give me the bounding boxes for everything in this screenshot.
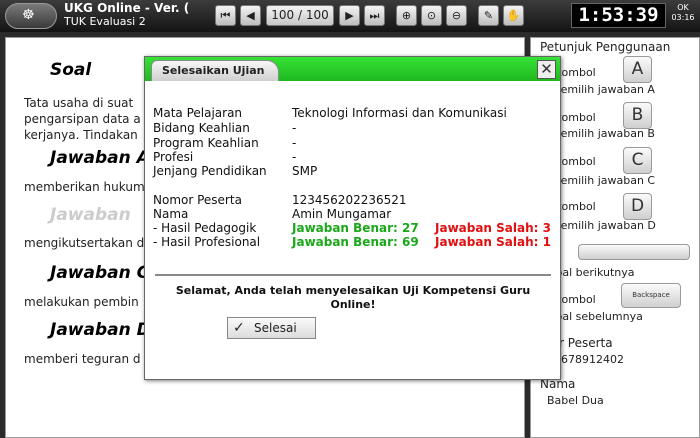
field-value-subject: Teknologi Informasi dan Komunikasi	[292, 106, 507, 120]
result-label-pedagogic: - Hasil Pedagogik	[153, 221, 257, 235]
answer-a-header[interactable]: Jawaban A	[50, 148, 150, 168]
result-wrong-professional: Jawaban Salah: 1	[435, 235, 551, 249]
question-title: Soal	[50, 60, 92, 80]
answer-c-header[interactable]: Jawaban C	[50, 263, 149, 283]
timer-side: OK 03:16	[668, 3, 698, 23]
participant-number-value: 123456202236521	[292, 193, 407, 207]
field-label-level: Jenjang Pendidikan	[153, 164, 267, 178]
prev-page-icon: ◀	[246, 9, 255, 22]
zoom-in-icon: ⊕	[401, 9, 412, 22]
key-a-button[interactable]: A	[623, 56, 652, 83]
participant-name-value: Amin Mungamar	[292, 207, 392, 221]
zoom-out-icon: ⊖	[451, 9, 462, 22]
check-icon: ✓	[233, 320, 245, 336]
field-label-program: Program Keahlian	[153, 136, 259, 150]
first-page-button[interactable]: ⏮	[215, 5, 236, 26]
zoom-in-button[interactable]: ⊕	[396, 5, 417, 26]
dialog-title: Selesaikan Ujian	[151, 60, 280, 81]
key-backspace-button[interactable]: Backspace	[621, 283, 681, 308]
hand-button[interactable]: ✋	[503, 5, 524, 26]
field-label-field: Bidang Keahlian	[153, 121, 250, 135]
top-bar: ☸ UKG Online - Ver. ( TUK Evaluasi 2 ⏮ ◀…	[0, 0, 700, 32]
field-value-field: -	[292, 121, 297, 135]
app-logo: ☸	[5, 3, 57, 29]
key-c-button[interactable]: C	[623, 147, 652, 174]
last-page-icon: ⏭	[369, 9, 380, 22]
zoom-out-button[interactable]: ⊖	[446, 5, 467, 26]
timer-seconds: 03:16	[671, 13, 695, 22]
finish-exam-dialog: Selesaikan Ujian ✕ Mata Pelajaran Teknol…	[144, 56, 561, 380]
page-indicator[interactable]: 100 / 100	[266, 5, 334, 26]
finish-button-label: Selesai	[254, 321, 297, 335]
field-label-profession: Profesi	[153, 150, 194, 164]
logo-icon: ☸	[22, 7, 35, 23]
help-title: Petunjuk Penggunaan	[540, 40, 671, 54]
dialog-header: Selesaikan Ujian ✕	[145, 57, 560, 81]
hand-icon: ✋	[506, 9, 521, 22]
name-value: Babel Dua	[547, 394, 604, 407]
tools-button[interactable]: ✎	[478, 5, 499, 26]
close-button[interactable]: ✕	[537, 60, 556, 79]
answer-a-text[interactable]: memberikan hukum	[24, 180, 145, 194]
first-page-icon: ⏮	[220, 9, 231, 22]
dialog-divider	[155, 274, 551, 276]
answer-d-text[interactable]: memberi teguran d	[24, 352, 140, 366]
timer-ok-label: OK	[677, 3, 689, 12]
timer-display: 1:53:39	[571, 3, 666, 28]
zoom-reset-icon: ⊙	[426, 9, 437, 22]
close-icon: ✕	[540, 60, 553, 78]
field-value-profession: -	[292, 150, 297, 164]
result-label-professional: - Hasil Profesional	[153, 235, 261, 249]
answer-c-text[interactable]: melakukan pembin	[24, 295, 139, 309]
question-text: Tata usaha di suat pengarsipan data a ke…	[24, 96, 141, 142]
finish-button[interactable]: ✓ Selesai	[227, 317, 316, 339]
next-page-icon: ▶	[345, 9, 354, 22]
prev-page-button[interactable]: ◀	[240, 5, 261, 26]
field-value-level: SMP	[292, 164, 318, 178]
answer-b-text[interactable]: mengikutsertakan d	[24, 236, 144, 250]
key-b-button[interactable]: B	[623, 102, 652, 129]
answer-b-header[interactable]: Jawaban	[50, 205, 131, 225]
key-space-button[interactable]	[578, 244, 690, 260]
answer-d-header[interactable]: Jawaban D	[50, 320, 151, 340]
participant-name-label: Nama	[153, 207, 189, 221]
app-title: UKG Online - Ver. (	[64, 2, 190, 15]
app-subtitle: TUK Evaluasi 2	[64, 15, 146, 28]
next-page-button[interactable]: ▶	[339, 5, 360, 26]
zoom-reset-button[interactable]: ⊙	[421, 5, 442, 26]
result-correct-pedagogic: Jawaban Benar: 27	[292, 221, 419, 235]
field-value-program: -	[292, 136, 297, 150]
participant-number-label: Nomor Peserta	[153, 193, 242, 207]
field-label-subject: Mata Pelajaran	[153, 106, 243, 120]
app-title-block: UKG Online - Ver. ( TUK Evaluasi 2	[64, 2, 192, 28]
congratulation-message: Selamat, Anda telah menyelesaikan Uji Ko…	[175, 284, 531, 311]
result-wrong-pedagogic: Jawaban Salah: 3	[435, 221, 551, 235]
last-page-button[interactable]: ⏭	[364, 5, 385, 26]
key-d-button[interactable]: D	[623, 193, 652, 220]
result-correct-professional: Jawaban Benar: 69	[292, 235, 419, 249]
pencil-icon: ✎	[483, 9, 494, 22]
